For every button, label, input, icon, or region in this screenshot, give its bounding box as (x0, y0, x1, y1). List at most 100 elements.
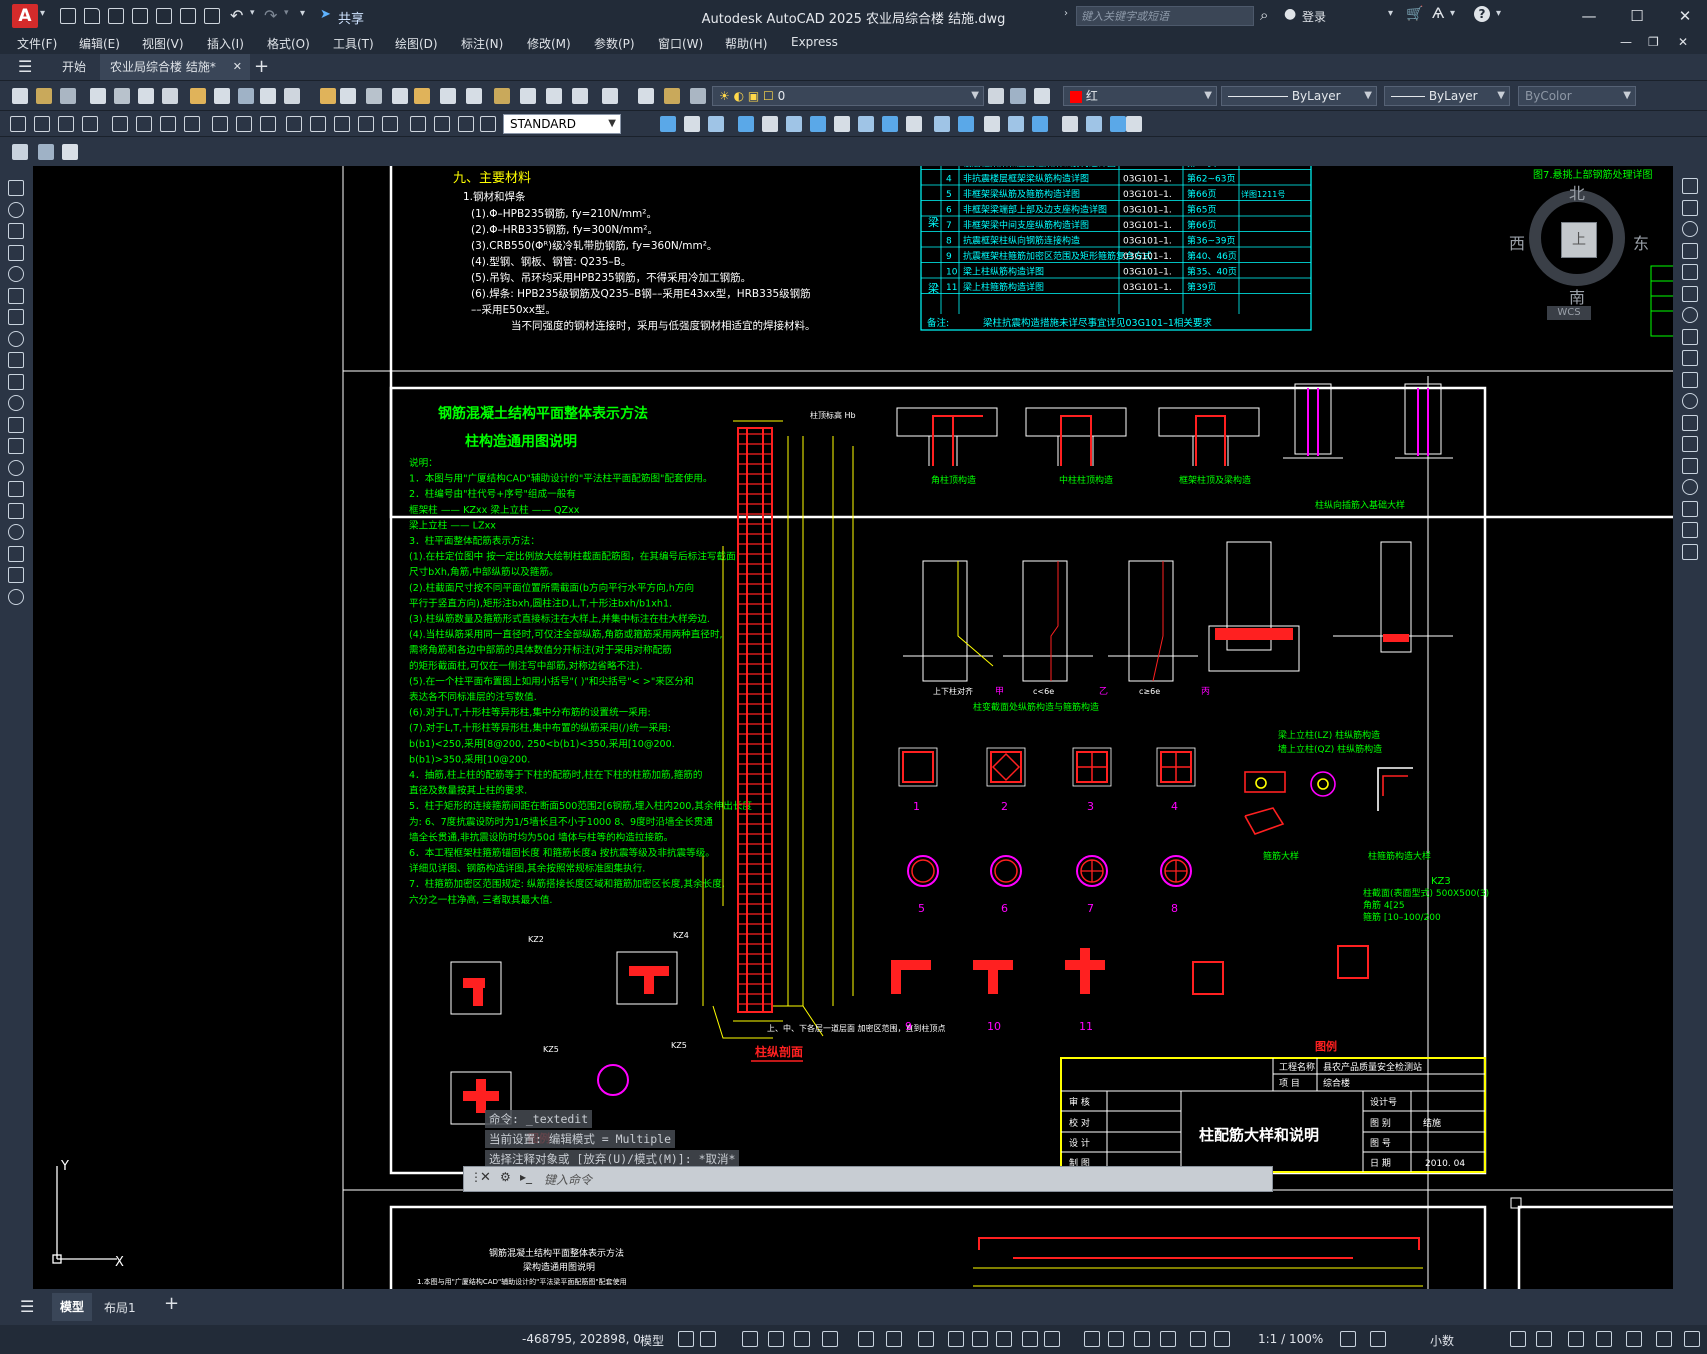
dimension-tool-icon[interactable] (480, 116, 496, 132)
toolbar-tool-icon[interactable] (520, 88, 536, 104)
toolbar-tool-icon[interactable] (638, 88, 654, 104)
dimension-tool-icon[interactable] (160, 116, 176, 132)
draw-tool-icon[interactable] (8, 287, 24, 304)
dimension-tool-icon[interactable] (334, 116, 350, 132)
dimension-tool-icon[interactable] (136, 116, 152, 132)
menu-file[interactable]: 文件(F) (17, 35, 57, 52)
layout-list-icon[interactable]: ☰ (20, 1297, 34, 1316)
layer-tool-icon[interactable] (988, 88, 1004, 104)
toolbar-tool-icon[interactable] (466, 88, 482, 104)
toolbar-tool-icon[interactable] (90, 88, 106, 104)
model-tab[interactable]: 模型 (52, 1293, 92, 1321)
toolbar-tool-icon[interactable] (260, 88, 276, 104)
modify-tool-icon[interactable] (762, 116, 778, 132)
draw-tool-icon[interactable] (8, 459, 24, 476)
cart-icon[interactable]: 🛒 (1406, 6, 1423, 22)
menu-insert[interactable]: 插入(I) (207, 35, 244, 52)
modify-tool-icon[interactable] (958, 116, 974, 132)
tab-close-icon[interactable]: ✕ (233, 54, 242, 80)
dimension-tool-icon[interactable] (286, 116, 302, 132)
undo-icon[interactable]: ↶ (230, 6, 243, 25)
dimension-tool-icon[interactable] (434, 116, 450, 132)
hamburger-menu-icon[interactable]: ☰ (18, 57, 32, 76)
modify-tool-icon[interactable] (1110, 116, 1126, 132)
toolbar-tool-icon[interactable] (546, 88, 562, 104)
save-block-icon[interactable] (38, 144, 54, 160)
draw-tool-icon[interactable] (8, 309, 24, 325)
toolbar-tool-icon[interactable] (60, 88, 76, 104)
toolbar-tool-icon[interactable] (414, 88, 430, 104)
toolbar-tool-icon[interactable] (162, 88, 178, 104)
status-toggle-icon[interactable] (1340, 1331, 1356, 1347)
redo-dropdown-icon[interactable]: ▾ (284, 8, 289, 18)
new-file-icon[interactable] (60, 8, 76, 24)
status-toggle-icon[interactable] (972, 1331, 988, 1347)
toolbar-tool-icon[interactable] (440, 88, 456, 104)
modify-tool-icon[interactable] (1008, 116, 1024, 132)
dimension-tool-icon[interactable] (58, 116, 74, 132)
menu-express[interactable]: Express (791, 35, 838, 49)
status-toggle-icon[interactable] (886, 1331, 902, 1347)
viewcube-north[interactable]: 北 (1569, 180, 1585, 204)
modify-tool-icon[interactable] (1682, 457, 1698, 474)
dimension-tool-icon[interactable] (310, 116, 326, 132)
draw-tool-icon[interactable] (8, 266, 24, 282)
dimstyle-dropdown[interactable]: STANDARD ▼ (503, 114, 621, 134)
dimension-tool-icon[interactable] (358, 116, 374, 132)
a360-dropdown-icon[interactable]: ▾ (1450, 8, 1455, 19)
modify-tool-icon[interactable] (1682, 350, 1698, 366)
status-toggle-icon[interactable] (678, 1331, 694, 1347)
toolbar-tool-icon[interactable] (238, 88, 254, 104)
menu-window[interactable]: 窗口(W) (658, 35, 703, 52)
doc-minimize-button[interactable]: — (1620, 35, 1632, 49)
doc-close-button[interactable]: ✕ (1678, 35, 1688, 49)
share-icon[interactable]: ➤ (320, 7, 331, 22)
modify-tool-icon[interactable] (858, 116, 874, 132)
search-chevron-icon[interactable]: › (1064, 8, 1068, 19)
command-input[interactable]: 键入命令 (544, 1171, 592, 1188)
customize-qat-icon[interactable]: ▾ (300, 8, 305, 19)
draw-tool-icon[interactable] (8, 244, 24, 261)
status-toggle-icon[interactable] (1190, 1331, 1206, 1347)
toolbar-tool-icon[interactable] (366, 88, 382, 104)
menu-draw[interactable]: 绘图(D) (395, 35, 438, 52)
modify-tool-icon[interactable] (934, 116, 950, 132)
toolbar-tool-icon[interactable] (12, 88, 28, 104)
search-icon[interactable]: ⌕ (1260, 6, 1268, 24)
toolbar-tool-icon[interactable] (138, 88, 154, 104)
draw-tool-icon[interactable] (8, 567, 24, 583)
wcs-menu[interactable]: WCS (1547, 306, 1591, 320)
open-folder-icon[interactable] (84, 8, 100, 24)
status-toggle-icon[interactable] (1510, 1331, 1526, 1347)
modify-tool-icon[interactable] (1682, 414, 1698, 431)
modify-tool-icon[interactable] (1682, 393, 1698, 409)
dimension-tool-icon[interactable] (410, 116, 426, 132)
modify-tool-icon[interactable] (1682, 436, 1698, 452)
toolbar-tool-icon[interactable] (572, 88, 588, 104)
dimension-tool-icon[interactable] (10, 116, 26, 132)
draw-tool-icon[interactable] (8, 588, 24, 605)
coordinates-readout[interactable]: -468795, 202898, 0 (522, 1332, 641, 1346)
modify-tool-icon[interactable] (1682, 522, 1698, 538)
minimize-button[interactable]: — (1574, 6, 1604, 26)
command-settings-icon[interactable]: ⚙ (500, 1170, 511, 1184)
drawing-canvas[interactable]: 九、主要材料 1.钢材和焊条 (1).Φ–HPB235钢筋, fy=210N/m… (33, 166, 1673, 1289)
modify-tool-icon[interactable] (1126, 116, 1142, 132)
draw-tool-icon[interactable] (8, 223, 24, 239)
close-button[interactable]: ✕ (1670, 6, 1700, 26)
annotation-scale[interactable]: 1:1 / 100% (1258, 1332, 1323, 1346)
draw-tool-icon[interactable] (8, 330, 24, 347)
layer-tool-icon[interactable] (1034, 88, 1050, 104)
viewcube-east[interactable]: 东 (1633, 230, 1649, 254)
status-toggle-icon[interactable] (1108, 1331, 1124, 1347)
draw-tool-icon[interactable] (8, 545, 24, 562)
tab-start[interactable]: 开始 (52, 54, 96, 80)
login-dropdown-icon[interactable]: ▾ (1388, 8, 1393, 19)
menu-view[interactable]: 视图(V) (142, 35, 184, 52)
toolbar-tool-icon[interactable] (664, 88, 680, 104)
modify-tool-icon[interactable] (1682, 500, 1698, 517)
toolbar-tool-icon[interactable] (494, 88, 510, 104)
status-toggle-icon[interactable] (700, 1331, 716, 1347)
draw-tool-icon[interactable] (8, 416, 24, 433)
dimension-tool-icon[interactable] (260, 116, 276, 132)
